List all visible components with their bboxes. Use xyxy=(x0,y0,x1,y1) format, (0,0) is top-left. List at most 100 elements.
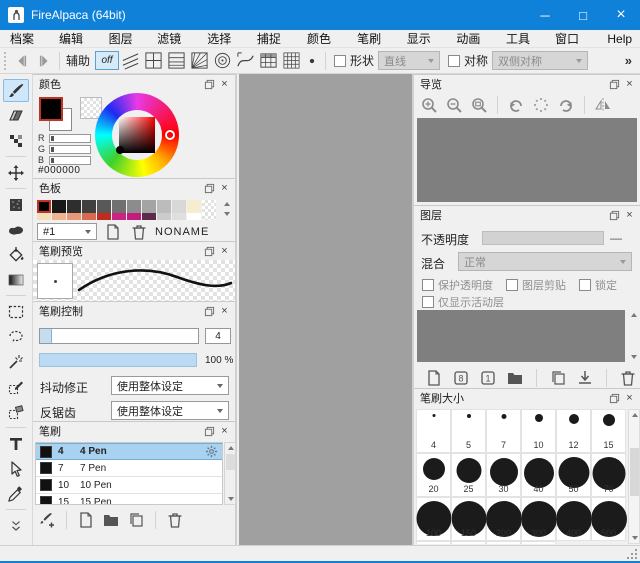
b-slider[interactable] xyxy=(49,156,91,165)
protect-alpha-checkbox[interactable] xyxy=(422,279,434,291)
brush-list-item[interactable]: 1010 Pen xyxy=(36,477,222,494)
menu-item-0[interactable]: 档案(F) xyxy=(2,30,51,48)
dot-tool[interactable] xyxy=(3,129,29,152)
text-tool[interactable] xyxy=(3,432,29,455)
history-forward-button[interactable] xyxy=(33,51,55,71)
palette-swatch[interactable] xyxy=(142,200,156,213)
active-only-checkbox[interactable] xyxy=(422,296,434,308)
menu-item-8[interactable]: 显示(V) xyxy=(399,30,449,48)
menu-item-2[interactable]: 图层(L) xyxy=(101,30,149,48)
palette-swatch[interactable] xyxy=(142,213,156,220)
duplicate-layer-icon[interactable] xyxy=(548,368,568,387)
close-panel-icon[interactable]: × xyxy=(217,304,232,318)
new-brush-icon[interactable] xyxy=(76,510,96,529)
palette-swatch[interactable] xyxy=(82,200,96,213)
float-panel-icon[interactable] xyxy=(607,391,622,405)
brush-size-cell[interactable]: 500 xyxy=(591,497,626,541)
brush-size-cell[interactable]: 70 xyxy=(591,453,626,497)
delete-brush-icon[interactable] xyxy=(165,510,185,529)
palette-swatch[interactable] xyxy=(202,200,216,213)
brush-list-item[interactable]: 77 Pen xyxy=(36,460,222,477)
menu-item-11[interactable]: 窗口(W) xyxy=(547,30,599,48)
more-tools-icon[interactable] xyxy=(3,514,29,537)
resize-grip[interactable] xyxy=(627,549,638,560)
snap-table-icon[interactable] xyxy=(257,50,280,71)
palette-swatch[interactable] xyxy=(187,213,201,220)
float-panel-icon[interactable] xyxy=(202,424,217,438)
r-slider[interactable] xyxy=(49,134,91,143)
close-panel-icon[interactable]: × xyxy=(217,424,232,438)
gradient-tool[interactable] xyxy=(3,268,29,291)
new-folder-icon[interactable] xyxy=(505,368,525,387)
palette-delete-icon[interactable] xyxy=(129,222,149,241)
navigator-preview[interactable] xyxy=(417,118,637,202)
float-panel-icon[interactable] xyxy=(202,244,217,258)
snap-curve-icon[interactable] xyxy=(234,50,257,71)
canvas-viewport[interactable] xyxy=(239,74,412,545)
menu-item-9[interactable]: 动画(A) xyxy=(448,30,498,48)
zoom-out-icon[interactable] xyxy=(443,95,465,115)
clipping-checkbox[interactable] xyxy=(506,279,518,291)
close-panel-icon[interactable]: × xyxy=(622,208,637,222)
brush-size-cell[interactable]: 15 xyxy=(591,409,626,453)
brush-size-cell[interactable]: 50 xyxy=(556,453,591,497)
close-panel-icon[interactable]: × xyxy=(217,181,232,195)
color-wheel[interactable] xyxy=(95,93,179,177)
delete-layer-icon[interactable] xyxy=(618,368,638,387)
zoom-in-icon[interactable] xyxy=(418,95,440,115)
sv-indicator[interactable] xyxy=(116,146,124,154)
scroll-down-icon[interactable] xyxy=(628,352,639,362)
brush-tool[interactable] xyxy=(3,79,29,102)
menu-item-7[interactable]: 笔刷(B) xyxy=(349,30,399,48)
brush-size-cell[interactable]: 10 xyxy=(521,409,556,453)
palette-swatch[interactable] xyxy=(67,213,81,220)
float-panel-icon[interactable] xyxy=(202,181,217,195)
menu-item-10[interactable]: 工具(T) xyxy=(498,30,547,48)
bucket-tool[interactable] xyxy=(3,243,29,266)
brush-list-scrollbar[interactable] xyxy=(224,442,236,505)
palette-swatch[interactable] xyxy=(52,200,66,213)
close-panel-icon[interactable]: × xyxy=(622,77,637,91)
brush-size-cell[interactable]: 25 xyxy=(451,453,486,497)
new-8bit-layer-icon[interactable]: 8 xyxy=(451,368,471,387)
palette-swatch[interactable] xyxy=(52,213,66,220)
snap-parallel-icon[interactable] xyxy=(119,50,142,71)
correction-select[interactable]: 使用整体设定 xyxy=(111,376,229,395)
brush-size-value[interactable]: 4 xyxy=(205,328,231,344)
brush-folder-icon[interactable] xyxy=(101,510,121,529)
select-rect-tool[interactable] xyxy=(3,300,29,323)
palette-new-icon[interactable] xyxy=(103,222,123,241)
palette-swatch[interactable] xyxy=(127,213,141,220)
brush-size-cell[interactable] xyxy=(486,541,521,544)
select-pen-tool[interactable] xyxy=(3,375,29,398)
brush-size-cell[interactable] xyxy=(451,541,486,544)
float-panel-icon[interactable] xyxy=(202,77,217,91)
menu-item-5[interactable]: 捕捉(N) xyxy=(249,30,299,48)
palette-swatch[interactable] xyxy=(127,200,141,213)
brush-size-cell[interactable]: 200 xyxy=(486,497,521,541)
close-panel-icon[interactable]: × xyxy=(622,391,637,405)
new-1bit-layer-icon[interactable]: 1 xyxy=(478,368,498,387)
add-brush-icon[interactable] xyxy=(37,510,57,529)
gear-icon[interactable] xyxy=(205,445,218,458)
menu-item-1[interactable]: 编辑(E) xyxy=(51,30,101,48)
palette-swatch[interactable] xyxy=(97,213,111,220)
scroll-up-icon[interactable] xyxy=(628,310,639,320)
menu-item-4[interactable]: 选择(S) xyxy=(199,30,249,48)
shape-checkbox[interactable] xyxy=(334,55,346,67)
snap-cross-icon[interactable] xyxy=(142,50,165,71)
merge-down-icon[interactable] xyxy=(575,368,595,387)
brush-size-slider[interactable] xyxy=(39,328,199,344)
palette-swatch[interactable] xyxy=(97,200,111,213)
brush-size-cell[interactable]: 4 xyxy=(416,409,451,453)
maximize-button[interactable]: □ xyxy=(564,0,602,30)
saturation-value-square[interactable] xyxy=(119,117,155,153)
snap-grid-icon[interactable] xyxy=(280,50,303,71)
fill-tool[interactable] xyxy=(3,193,29,216)
palette-swatch[interactable] xyxy=(37,213,51,220)
new-layer-icon[interactable] xyxy=(424,368,444,387)
hue-indicator[interactable] xyxy=(165,130,175,140)
history-back-button[interactable] xyxy=(11,51,33,71)
lasso-tool[interactable] xyxy=(3,325,29,348)
menu-item-6[interactable]: 颜色(C) xyxy=(299,30,349,48)
